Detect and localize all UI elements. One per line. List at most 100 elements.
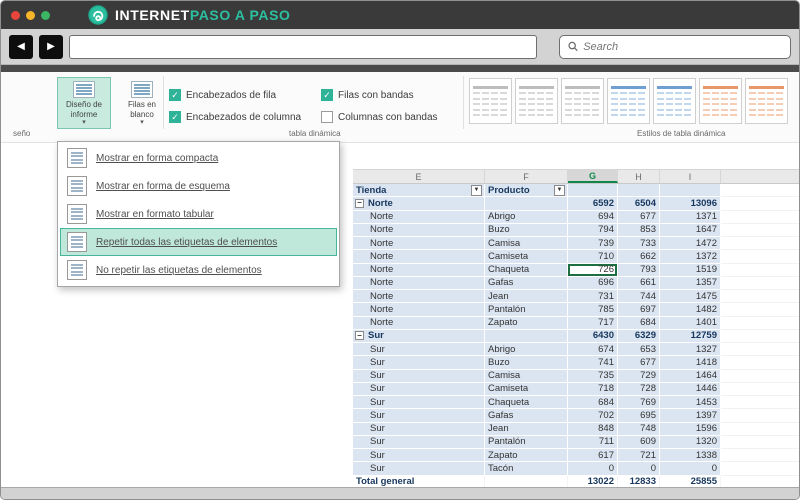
cell-product[interactable]: Camiseta bbox=[485, 382, 568, 396]
back-button[interactable]: ◀ bbox=[9, 34, 33, 59]
cell-value[interactable]: 731 bbox=[568, 290, 618, 304]
cell-value[interactable]: 684 bbox=[568, 396, 618, 410]
cell-value[interactable]: 1647 bbox=[660, 223, 721, 237]
cell-product[interactable]: Pantalón bbox=[485, 303, 568, 317]
cell-product[interactable]: Pantalón bbox=[485, 435, 568, 449]
cell-value[interactable]: 677 bbox=[618, 356, 660, 370]
cell-region[interactable]: Norte bbox=[353, 250, 485, 264]
cell-value[interactable]: 721 bbox=[618, 449, 660, 463]
cell-value[interactable]: 609 bbox=[618, 435, 660, 449]
cell-region[interactable]: Norte bbox=[353, 290, 485, 304]
cell-region[interactable]: Sur bbox=[353, 382, 485, 396]
close-button[interactable] bbox=[11, 10, 20, 20]
cell-region[interactable]: Sur bbox=[353, 356, 485, 370]
cell-region[interactable]: Sur bbox=[353, 462, 485, 476]
cell-value[interactable]: 697 bbox=[618, 303, 660, 317]
menu-item[interactable]: No repetir las etiquetas de elementos bbox=[60, 256, 337, 284]
table-style-thumbnail[interactable] bbox=[515, 78, 558, 124]
cell-value[interactable]: 729 bbox=[618, 369, 660, 383]
cell-empty[interactable] bbox=[721, 435, 799, 449]
cell-value[interactable]: 1397 bbox=[660, 409, 721, 423]
cell-product[interactable]: Camisa bbox=[485, 369, 568, 383]
cell-empty[interactable] bbox=[721, 290, 799, 304]
cell-region[interactable]: − Sur bbox=[353, 329, 485, 343]
menu-item[interactable]: Repetir todas las etiquetas de elementos bbox=[60, 228, 337, 256]
cell-product[interactable]: Jean bbox=[485, 290, 568, 304]
cell-product[interactable]: Zapato bbox=[485, 449, 568, 463]
cell-region[interactable]: Norte bbox=[353, 237, 485, 251]
cell-value[interactable]: 702 bbox=[568, 409, 618, 423]
cell-region[interactable]: Sur bbox=[353, 449, 485, 463]
cell-product[interactable]: Camisa bbox=[485, 237, 568, 251]
cell[interactable] bbox=[568, 184, 618, 198]
cell-value[interactable]: 769 bbox=[618, 396, 660, 410]
cell-value[interactable]: 1371 bbox=[660, 210, 721, 224]
cell-value[interactable]: 717 bbox=[568, 316, 618, 330]
cell-value[interactable]: 662 bbox=[618, 250, 660, 264]
cell-region[interactable]: Sur bbox=[353, 409, 485, 423]
cell-value[interactable]: 711 bbox=[568, 435, 618, 449]
cell-value[interactable]: 13096 bbox=[660, 197, 721, 211]
cell-value[interactable]: 6430 bbox=[568, 329, 618, 343]
checkbox-checked-icon[interactable]: ✓ bbox=[169, 111, 181, 123]
cell-value[interactable]: 617 bbox=[568, 449, 618, 463]
report-layout-button[interactable]: Diseño de informe ▾ bbox=[57, 77, 111, 129]
cell-value[interactable]: 1327 bbox=[660, 343, 721, 357]
cell-value[interactable]: 739 bbox=[568, 237, 618, 251]
cell-value[interactable]: 1464 bbox=[660, 369, 721, 383]
cell-value[interactable]: 1453 bbox=[660, 396, 721, 410]
cell-value[interactable]: 748 bbox=[618, 422, 660, 436]
cell-empty[interactable] bbox=[721, 329, 799, 343]
producto-filter-dropdown-icon[interactable]: ▼ bbox=[554, 184, 565, 196]
cell-region[interactable]: Norte bbox=[353, 303, 485, 317]
menu-item[interactable]: Mostrar en forma de esquema bbox=[60, 172, 337, 200]
cell-product[interactable]: Gafas bbox=[485, 276, 568, 290]
cell-value[interactable]: 0 bbox=[618, 462, 660, 476]
cell-region[interactable]: Norte bbox=[353, 276, 485, 290]
search-box[interactable] bbox=[559, 34, 791, 59]
style-option-checkbox[interactable]: ✓ Filas con bandas bbox=[321, 89, 473, 101]
cell-value[interactable]: 1482 bbox=[660, 303, 721, 317]
checkbox-checked-icon[interactable]: ✓ bbox=[321, 89, 333, 101]
cell-product[interactable]: Abrigo bbox=[485, 343, 568, 357]
cell-value[interactable]: 1418 bbox=[660, 356, 721, 370]
cell-value[interactable]: 1472 bbox=[660, 237, 721, 251]
cell-empty[interactable] bbox=[721, 210, 799, 224]
search-input[interactable] bbox=[583, 40, 782, 53]
cell-empty[interactable] bbox=[721, 316, 799, 330]
cell-value[interactable]: 1596 bbox=[660, 422, 721, 436]
cell-value[interactable]: 6592 bbox=[568, 197, 618, 211]
column-header-F[interactable]: F bbox=[485, 170, 568, 183]
column-header-E[interactable]: E bbox=[353, 170, 485, 183]
cell-region[interactable]: Sur bbox=[353, 343, 485, 357]
cell-product[interactable]: Gafas bbox=[485, 409, 568, 423]
cell-value[interactable]: 1338 bbox=[660, 449, 721, 463]
cell-product[interactable]: Abrigo bbox=[485, 210, 568, 224]
cell-product[interactable]: Buzo bbox=[485, 356, 568, 370]
cell-value[interactable]: 733 bbox=[618, 237, 660, 251]
cell-empty[interactable] bbox=[721, 462, 799, 476]
cell-product[interactable] bbox=[485, 197, 568, 211]
cell-value[interactable]: 696 bbox=[568, 276, 618, 290]
header-cell-producto[interactable]: Producto ▼ bbox=[485, 184, 568, 198]
cell-product[interactable]: Jean bbox=[485, 422, 568, 436]
menu-item[interactable]: Mostrar en forma compacta bbox=[60, 144, 337, 172]
cell-value[interactable]: 661 bbox=[618, 276, 660, 290]
cell-value[interactable]: 741 bbox=[568, 356, 618, 370]
cell-empty[interactable] bbox=[721, 396, 799, 410]
style-option-checkbox[interactable]: ✓ Encabezados de columna bbox=[169, 111, 321, 123]
cell-region[interactable]: Sur bbox=[353, 422, 485, 436]
cell-empty[interactable] bbox=[721, 250, 799, 264]
cell-value[interactable]: 0 bbox=[568, 462, 618, 476]
blank-rows-button[interactable]: Filas en blanco ▾ bbox=[115, 77, 169, 129]
column-header-G[interactable]: G bbox=[568, 170, 618, 183]
cell-region[interactable]: Sur bbox=[353, 369, 485, 383]
cell-value[interactable]: 793 bbox=[618, 263, 660, 277]
cell-value[interactable]: 1357 bbox=[660, 276, 721, 290]
table-style-thumbnail[interactable] bbox=[561, 78, 604, 124]
forward-button[interactable]: ▶ bbox=[39, 34, 63, 59]
cell-value[interactable]: 728 bbox=[618, 382, 660, 396]
cell[interactable] bbox=[618, 184, 660, 198]
table-style-thumbnail[interactable] bbox=[469, 78, 512, 124]
cell-value[interactable]: 1475 bbox=[660, 290, 721, 304]
